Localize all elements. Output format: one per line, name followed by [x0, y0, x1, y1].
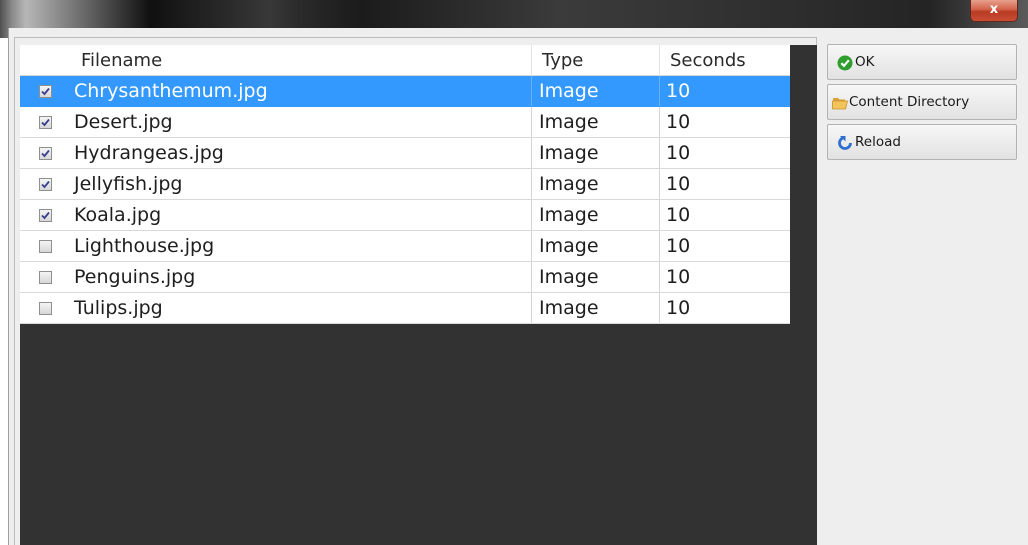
table-row[interactable]: Lighthouse.jpg Image 10 — [20, 231, 790, 262]
seconds-cell[interactable]: 10 — [659, 200, 790, 230]
filename-cell: Penguins.jpg — [74, 266, 196, 288]
column-divider[interactable] — [659, 45, 660, 75]
seconds-cell[interactable]: 10 — [659, 231, 790, 261]
checkmark-icon — [41, 149, 50, 158]
type-cell: Image — [531, 200, 659, 230]
seconds-cell[interactable]: 10 — [659, 107, 790, 137]
table-row[interactable]: Tulips.jpg Image 10 — [20, 293, 790, 324]
row-checkbox[interactable] — [39, 209, 52, 222]
filename-cell: Desert.jpg — [74, 111, 173, 133]
row-checkbox-cell — [20, 293, 70, 323]
type-cell: Image — [531, 293, 659, 323]
seconds-cell[interactable]: 10 — [659, 138, 790, 168]
filename-cell: Koala.jpg — [74, 204, 162, 226]
row-checkbox-cell — [20, 107, 70, 137]
column-header-seconds[interactable]: Seconds — [670, 45, 746, 75]
row-checkbox-cell — [20, 76, 70, 106]
column-header-type[interactable]: Type — [542, 45, 583, 75]
ok-button-label: OK — [855, 54, 875, 70]
table-row[interactable]: Chrysanthemum.jpg Image 10 — [20, 76, 790, 107]
row-checkbox[interactable] — [39, 271, 52, 284]
row-checkbox-cell — [20, 169, 70, 199]
table-header: Filename Type Seconds — [20, 45, 790, 76]
reload-button[interactable]: Reload — [827, 124, 1017, 160]
file-list: Chrysanthemum.jpg Image 10 Desert.jpg Im… — [20, 76, 790, 324]
reload-icon — [838, 136, 852, 150]
row-checkbox[interactable] — [39, 178, 52, 191]
checkmark-icon — [41, 118, 50, 127]
row-checkbox-cell — [20, 138, 70, 168]
row-checkbox-cell — [20, 200, 70, 230]
check-circle-icon — [837, 55, 853, 71]
filename-cell: Hydrangeas.jpg — [74, 142, 224, 164]
row-checkbox[interactable] — [39, 116, 52, 129]
type-cell: Image — [531, 262, 659, 292]
column-divider[interactable] — [531, 45, 532, 75]
type-cell: Image — [531, 169, 659, 199]
type-cell: Image — [531, 138, 659, 168]
filename-cell: Lighthouse.jpg — [74, 235, 215, 257]
close-button[interactable]: x — [970, 0, 1018, 22]
folder-open-icon — [832, 98, 848, 110]
table-row[interactable]: Koala.jpg Image 10 — [20, 200, 790, 231]
row-checkbox[interactable] — [39, 240, 52, 253]
action-sidebar: OK Content Directory Reload — [817, 37, 1028, 545]
seconds-cell[interactable]: 10 — [659, 169, 790, 199]
seconds-cell[interactable]: 10 — [659, 76, 790, 106]
row-checkbox-cell — [20, 262, 70, 292]
table-row[interactable]: Penguins.jpg Image 10 — [20, 262, 790, 293]
table-row[interactable]: Jellyfish.jpg Image 10 — [20, 169, 790, 200]
ok-button[interactable]: OK — [827, 44, 1017, 80]
checkmark-icon — [41, 211, 50, 220]
row-checkbox[interactable] — [39, 147, 52, 160]
checkmark-icon — [41, 87, 50, 96]
column-header-filename[interactable]: Filename — [81, 45, 162, 75]
row-checkbox-cell — [20, 231, 70, 261]
content-directory-button-label: Content Directory — [849, 94, 970, 110]
content-directory-button[interactable]: Content Directory — [827, 84, 1017, 120]
row-checkbox[interactable] — [39, 302, 52, 315]
type-cell: Image — [531, 107, 659, 137]
filename-cell: Tulips.jpg — [74, 297, 163, 319]
filename-cell: Jellyfish.jpg — [74, 173, 183, 195]
table-row[interactable]: Hydrangeas.jpg Image 10 — [20, 138, 790, 169]
reload-button-label: Reload — [855, 134, 901, 150]
type-cell: Image — [531, 76, 659, 106]
type-cell: Image — [531, 231, 659, 261]
seconds-cell[interactable]: 10 — [659, 293, 790, 323]
seconds-cell[interactable]: 10 — [659, 262, 790, 292]
row-checkbox[interactable] — [39, 85, 52, 98]
filename-cell: Chrysanthemum.jpg — [74, 80, 268, 102]
table-row[interactable]: Desert.jpg Image 10 — [20, 107, 790, 138]
checkmark-icon — [41, 180, 50, 189]
